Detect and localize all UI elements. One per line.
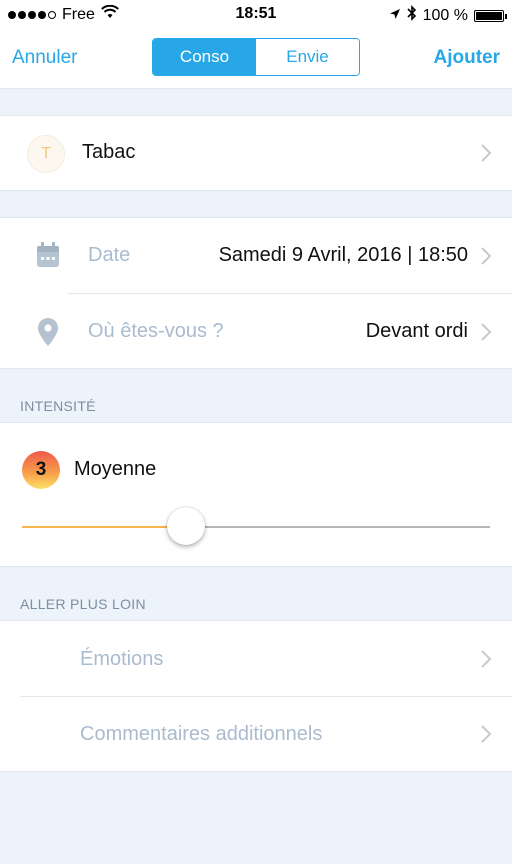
- date-row[interactable]: Date Samedi 9 Avril, 2016 | 18:50: [0, 218, 512, 293]
- emotions-label: Émotions: [80, 648, 164, 670]
- substance-label: Tabac: [82, 141, 136, 163]
- date-value: Samedi 9 Avril, 2016 | 18:50: [218, 244, 468, 266]
- chevron-right-icon: [480, 649, 492, 669]
- type-segmented-control: Conso Envie: [152, 38, 360, 76]
- slider-track-filled: [22, 526, 186, 528]
- chevron-right-icon: [480, 724, 492, 744]
- location-value: Devant ordi: [365, 320, 468, 342]
- intensity-header: INTENSITÉ: [20, 398, 96, 414]
- location-label: Où êtes-vous ?: [88, 320, 224, 342]
- substance-section: T Tabac: [0, 115, 512, 191]
- chevron-right-icon: [480, 322, 492, 342]
- bluetooth-icon: [407, 5, 417, 26]
- navigation-bar: Annuler Conso Envie Ajouter: [0, 30, 512, 89]
- segment-conso[interactable]: Conso: [153, 39, 256, 75]
- status-right: 100 %: [389, 5, 507, 26]
- location-pin-icon: [38, 318, 58, 351]
- battery-icon: [474, 9, 507, 22]
- location-row[interactable]: Où êtes-vous ? Devant ordi: [0, 294, 512, 368]
- chevron-right-icon: [480, 246, 492, 266]
- add-button[interactable]: Ajouter: [434, 47, 501, 69]
- slider-thumb[interactable]: [166, 507, 205, 545]
- substance-avatar: T: [27, 135, 65, 173]
- chevron-right-icon: [480, 143, 492, 163]
- more-header: ALLER PLUS LOIN: [20, 596, 146, 612]
- comments-row[interactable]: Commentaires additionnels: [0, 697, 512, 771]
- segment-envie[interactable]: Envie: [256, 39, 359, 75]
- comments-label: Commentaires additionnels: [80, 723, 323, 745]
- details-section: Date Samedi 9 Avril, 2016 | 18:50 Où ête…: [0, 217, 512, 369]
- intensity-section: 3 Moyenne: [0, 422, 512, 567]
- substance-row[interactable]: T Tabac: [0, 116, 512, 190]
- calendar-icon: [36, 242, 60, 273]
- status-bar: Free 18:51 100 %: [0, 0, 512, 30]
- intensity-slider[interactable]: [0, 423, 512, 566]
- location-arrow-icon: [389, 7, 401, 25]
- date-label: Date: [88, 244, 131, 266]
- battery-percent: 100 %: [422, 6, 468, 24]
- slider-track-empty: [185, 526, 490, 528]
- emotions-row[interactable]: Émotions: [0, 621, 512, 696]
- cancel-button[interactable]: Annuler: [12, 47, 78, 69]
- more-section: Émotions Commentaires additionnels: [0, 620, 512, 772]
